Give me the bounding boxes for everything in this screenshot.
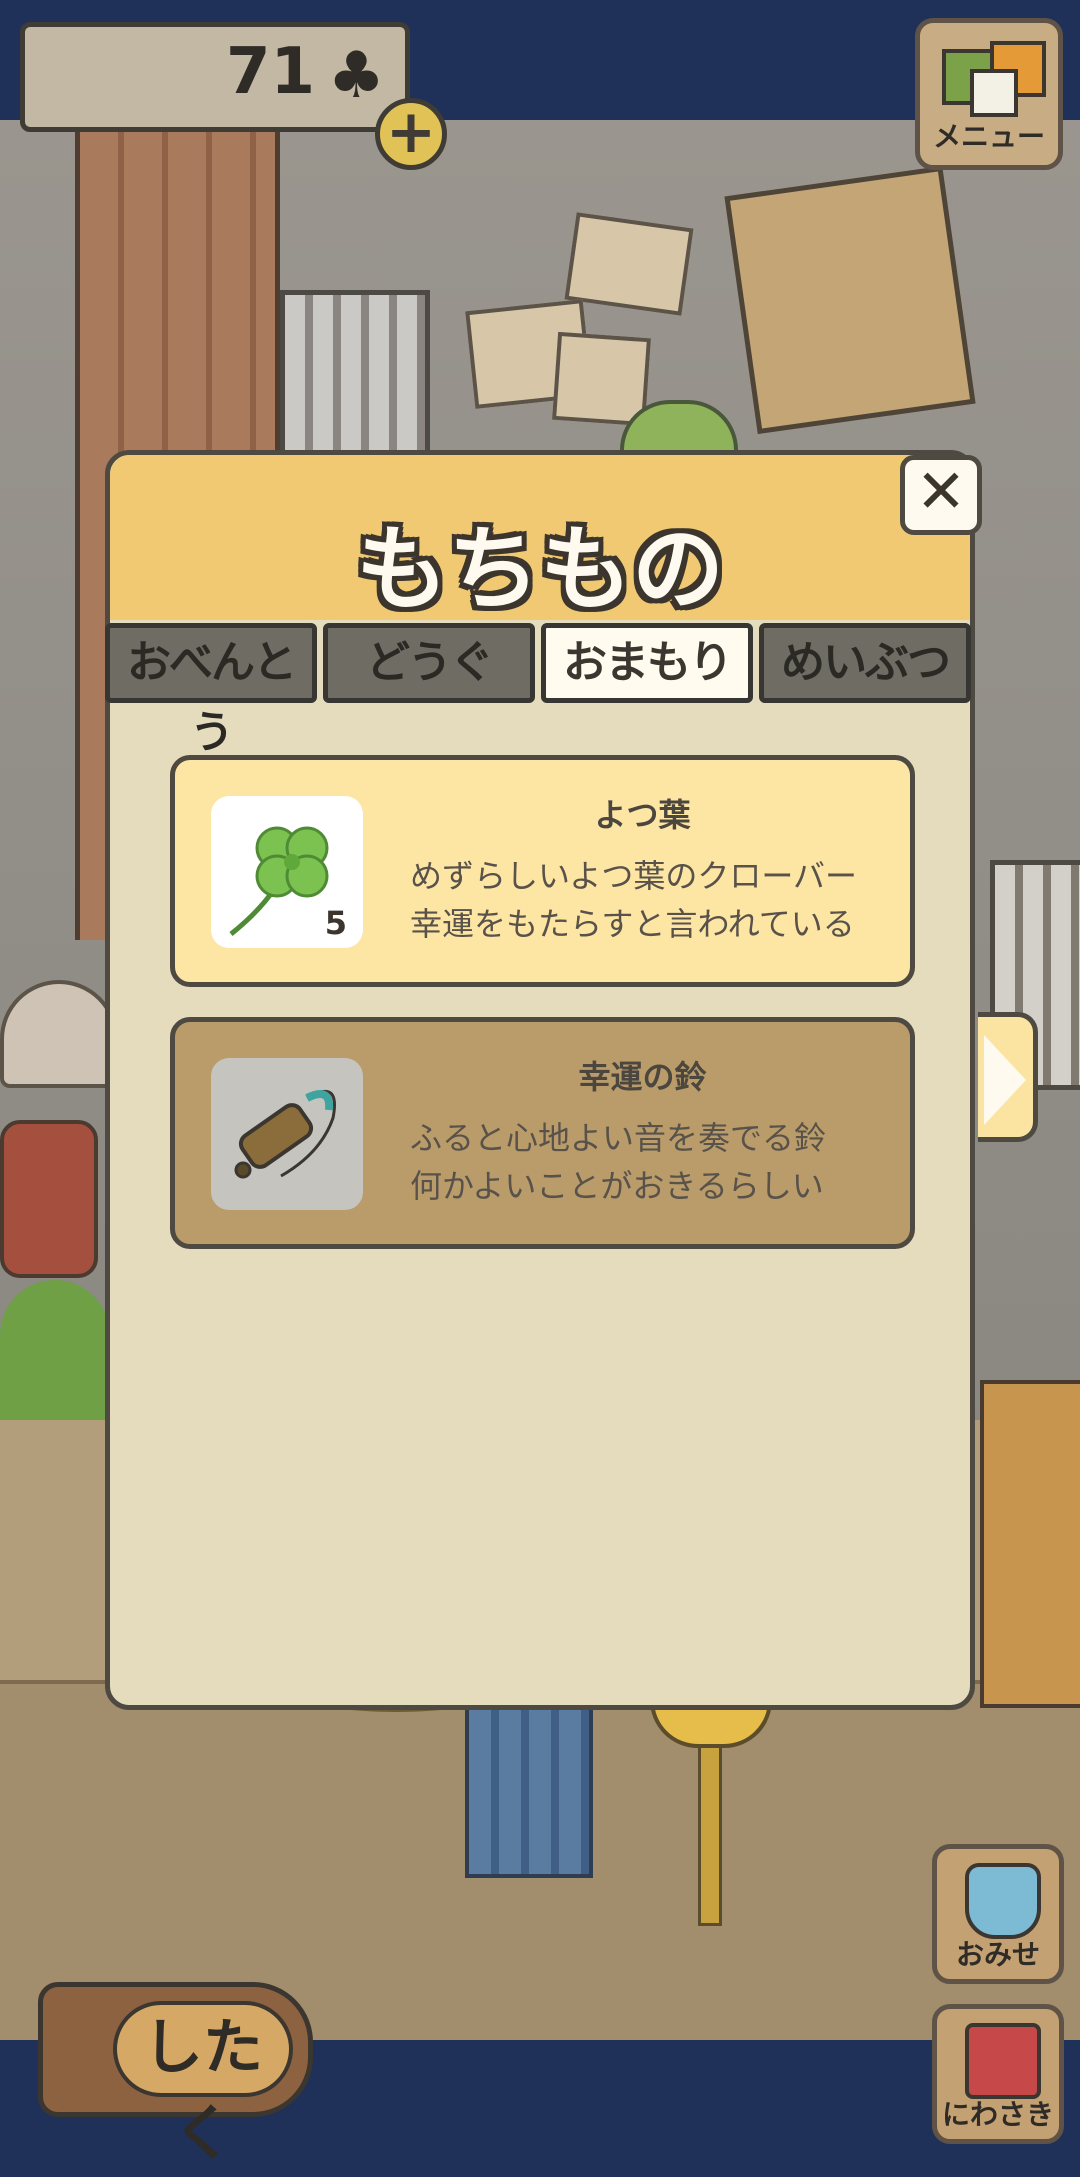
add-clover-button[interactable]: + — [375, 98, 447, 170]
tab-dougu[interactable]: どうぐ — [323, 623, 535, 703]
garden-button[interactable]: にわさき — [932, 2004, 1064, 2144]
crate — [980, 1380, 1080, 1708]
item-description: ふると心地よい音を奏でる鈴 何かよいことがおきるらしい — [410, 1114, 900, 1210]
tab-meibutsu[interactable]: めいぶつ — [759, 623, 971, 703]
bell-icon — [234, 1089, 336, 1179]
item-desc-line: 何かよいことがおきるらしい — [410, 1167, 824, 1205]
list-item[interactable]: 5 よつ葉 めずらしいよつ葉のクローバー 幸運をもたらすと言われている — [170, 755, 915, 987]
item-thumbnail: 5 — [211, 796, 363, 948]
close-button[interactable]: ✕ — [900, 455, 982, 535]
lamp-pole — [698, 1720, 722, 1926]
item-name: 幸運の鈴 — [578, 1058, 707, 1096]
shop-label: おみせ — [955, 1938, 1040, 1971]
item-quantity: 5 — [324, 904, 347, 942]
menu-button[interactable]: メニュー — [915, 18, 1063, 170]
list-item[interactable]: 幸運の鈴 ふると心地よい音を奏でる鈴 何かよいことがおきるらしい — [170, 1017, 915, 1249]
mushroom-table — [0, 980, 118, 1088]
tab-obento[interactable]: おべんとう — [105, 623, 317, 758]
item-desc-line: ふると心地よい音を奏でる鈴 — [410, 1119, 827, 1157]
modal-title: もちもの — [355, 516, 724, 623]
clover-counter: 71 ♣ — [20, 22, 410, 132]
garden-label: にわさき — [941, 2098, 1054, 2131]
prepare-button[interactable]: したく — [38, 1982, 313, 2169]
wall-map — [724, 165, 976, 435]
shop-bag-icon — [965, 1863, 1041, 1939]
window — [280, 290, 430, 470]
jar — [0, 1120, 98, 1278]
prepare-label: したく — [113, 2001, 293, 2169]
wall-note — [564, 212, 694, 316]
clover-icon: ♣ — [327, 39, 385, 113]
category-tabs: おべんとう どうぐ おまもり めいぶつ — [105, 623, 980, 758]
item-desc-line: めずらしいよつ葉のクローバー — [410, 857, 858, 895]
menu-cards-icon — [942, 41, 1046, 117]
inventory-modal: もちもの ✕ おべんとう どうぐ おまもり めいぶつ 5 よつ葉 めずらしいよつ… — [105, 450, 982, 1710]
menu-label: メニュー — [932, 120, 1045, 153]
item-description: めずらしいよつ葉のクローバー 幸運をもたらすと言われている — [410, 852, 900, 948]
clover-count: 71 — [225, 35, 315, 109]
item-thumbnail — [211, 1058, 363, 1210]
item-name: よつ葉 — [594, 796, 691, 834]
modal-header: もちもの — [110, 455, 970, 623]
tab-omamori[interactable]: おまもり — [541, 623, 753, 703]
shop-button[interactable]: おみせ — [932, 1844, 1064, 1984]
mailbox-icon — [965, 2023, 1041, 2099]
item-desc-line: 幸運をもたらすと言われている — [410, 905, 855, 943]
arrow-right-icon — [984, 1035, 1026, 1125]
next-arrow-button[interactable] — [978, 1012, 1038, 1142]
